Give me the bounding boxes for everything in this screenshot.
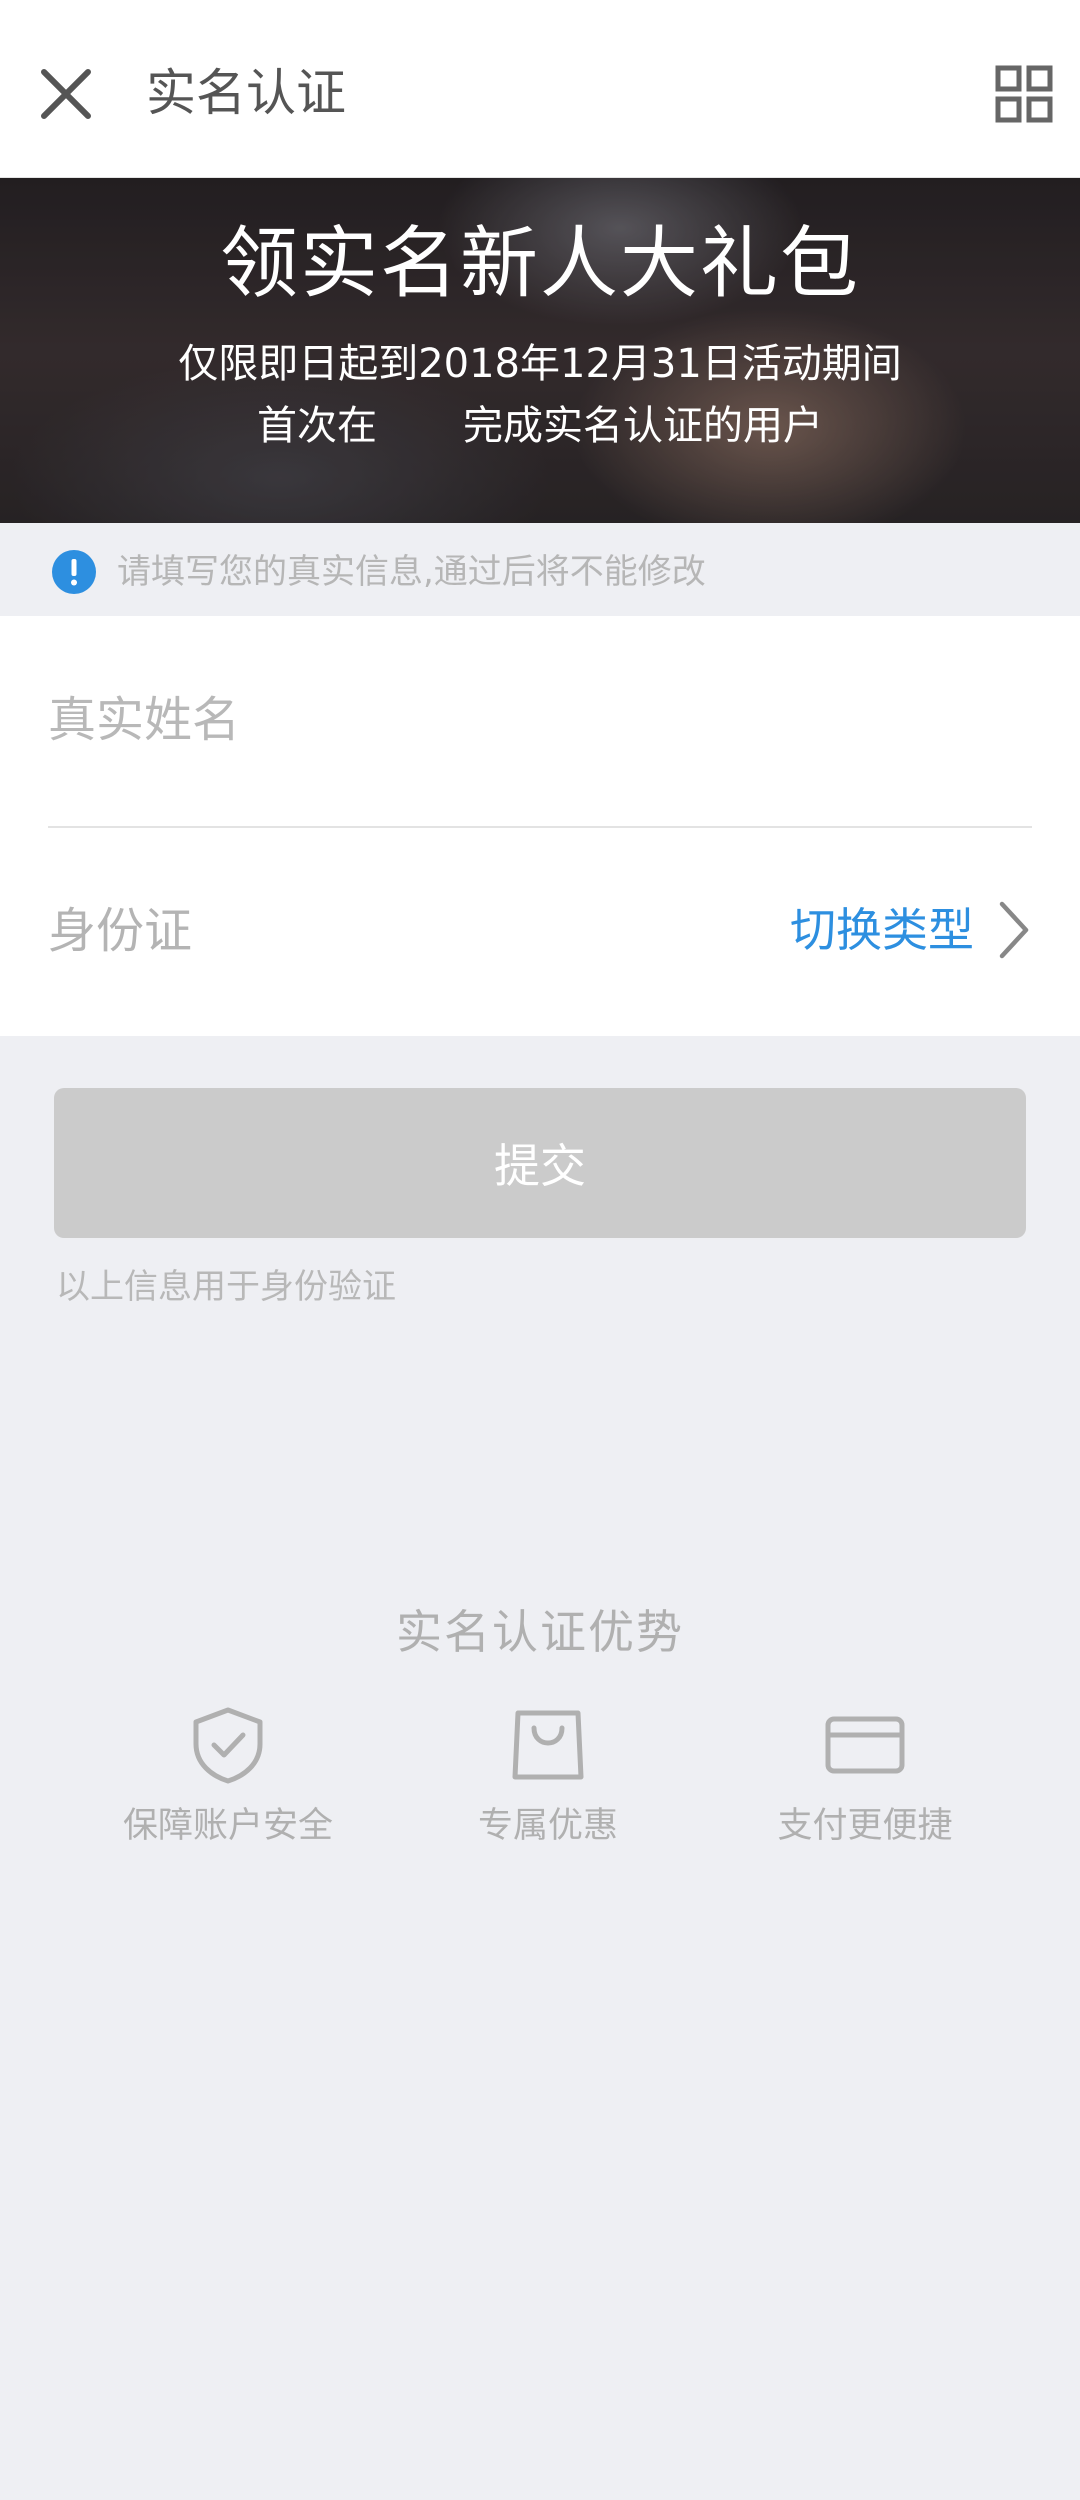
advantage-label: 保障账户安全	[122, 1806, 333, 1846]
header-bar: 实名认证	[0, 0, 1080, 178]
page-title: 实名认证	[146, 64, 346, 122]
page: 实名认证 领实名新人大礼包 仅限即日起到2018年12月31日活动期间 首次在 完…	[0, 0, 1080, 2500]
shopping-bag-icon	[512, 1710, 584, 1780]
card-icon	[825, 1716, 905, 1774]
banner-eligibility-after: 完成实名认证的用户	[463, 403, 823, 449]
advantage-exclusive-offers: 专属优惠	[398, 1705, 698, 1851]
close-icon	[41, 69, 91, 119]
grid-icon	[995, 65, 1053, 123]
banner-eligibility-before: 首次在	[257, 403, 377, 449]
banner-eligibility-text: 首次在 完成实名认证的用户	[0, 398, 1080, 454]
exclamation-icon	[52, 550, 96, 594]
close-button[interactable]	[26, 54, 106, 134]
shield-check-icon	[193, 1707, 263, 1784]
promo-banner[interactable]: 领实名新人大礼包 仅限即日起到2018年12月31日活动期间 首次在 完成实名认证…	[0, 178, 1080, 523]
banner-period-text: 仅限即日起到2018年12月31日活动期间	[178, 341, 902, 387]
submit-button[interactable]: 提交	[54, 1088, 1026, 1238]
banner-title: 领实名新人大礼包	[219, 219, 860, 309]
switch-id-type-button[interactable]: 切换类型	[790, 890, 1032, 970]
advantage-convenient-payment: 支付更便捷	[715, 1705, 1015, 1851]
chevron-right-icon	[999, 901, 1029, 959]
notice-text: 请填写您的真实信息,通过后将不能修改	[117, 552, 706, 592]
submit-note: 以上信息用于身份验证	[56, 1267, 396, 1307]
switch-id-type-label: 切换类型	[790, 903, 974, 957]
real-name-input[interactable]	[48, 680, 1032, 760]
advantage-label: 专属优惠	[477, 1806, 618, 1846]
advantage-label: 支付更便捷	[777, 1806, 953, 1846]
id-type-label[interactable]: 身份证	[48, 896, 192, 966]
form-divider	[48, 826, 1032, 828]
more-menu-button[interactable]	[984, 54, 1064, 134]
advantages-title: 实名认证优势	[396, 1605, 684, 1659]
advantage-account-security: 保障账户安全	[78, 1705, 378, 1851]
